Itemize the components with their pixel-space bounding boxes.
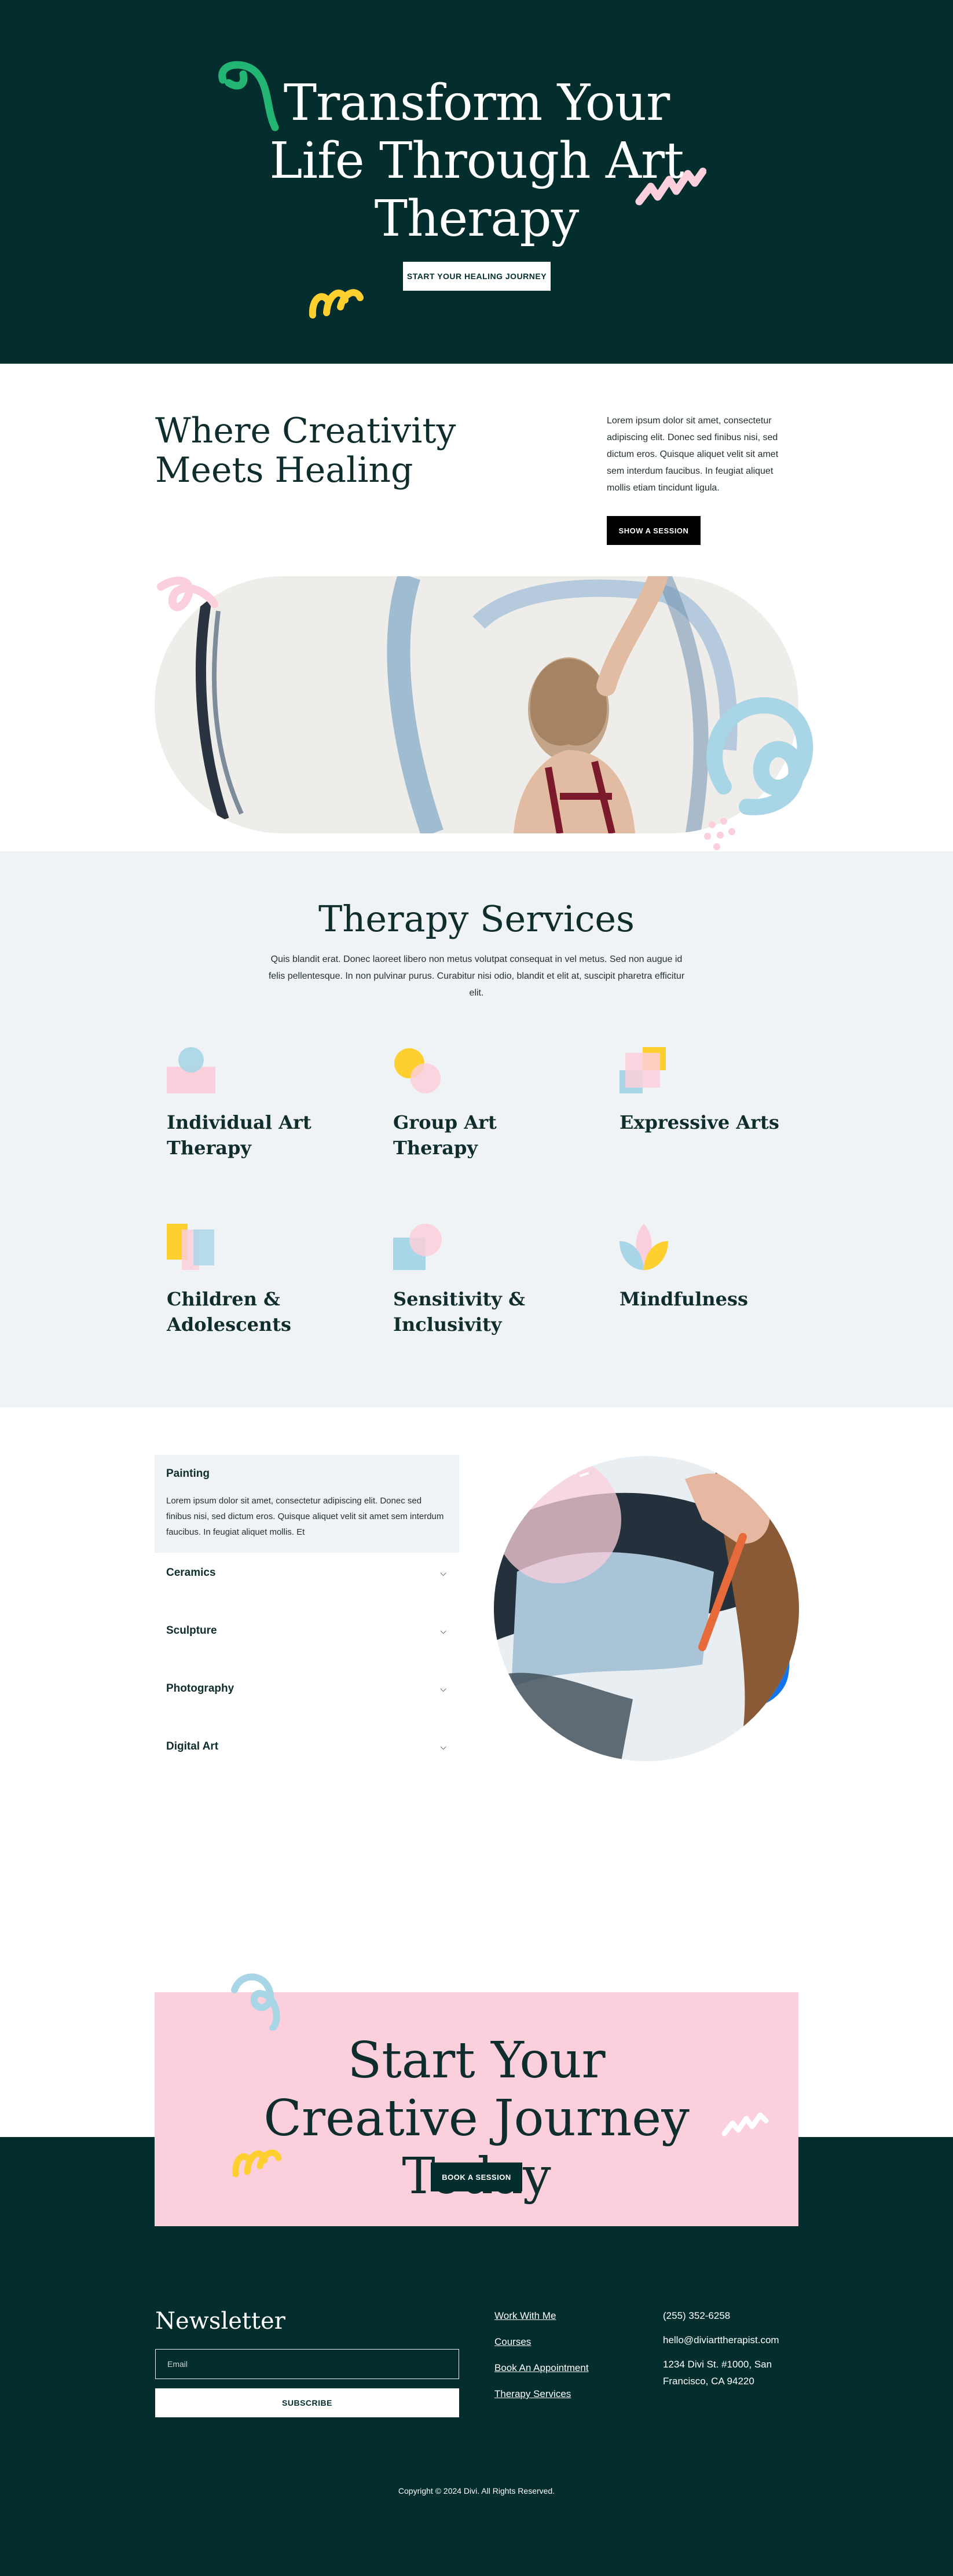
blue-swirl-small-icon bbox=[231, 1973, 280, 2030]
disciplines-section: Painting Lorem ipsum dolor sit amet, con… bbox=[0, 1407, 953, 1992]
services-title: Therapy Services bbox=[318, 898, 635, 940]
circle-square-icon bbox=[167, 1047, 215, 1093]
service-card[interactable]: Expressive Arts bbox=[620, 1047, 793, 1135]
overlapping-squares-icon bbox=[620, 1047, 666, 1093]
service-title: Mindfulness bbox=[620, 1288, 749, 1310]
hero-title: Transform Your Life Through Art Therapy bbox=[269, 74, 684, 248]
footer-link-work-with-me[interactable]: Work With Me bbox=[494, 2310, 589, 2322]
chevron-down-icon: ⌵ bbox=[440, 1741, 446, 1751]
footer-links: Work With Me Courses Book An Appointment… bbox=[494, 2310, 589, 2414]
service-title: Expressive Arts bbox=[620, 1111, 779, 1133]
hero-section: Transform Your Life Through Art Therapy … bbox=[0, 0, 953, 364]
accordion-title: Photography bbox=[166, 1682, 234, 1695]
pink-dots-icon bbox=[704, 818, 735, 850]
service-title: Children & Adolescents bbox=[167, 1288, 291, 1335]
footer-link-courses[interactable]: Courses bbox=[494, 2336, 589, 2348]
footer-link-book-appointment[interactable]: Book An Appointment bbox=[494, 2362, 589, 2374]
services-section: Therapy Services Quis blandit erat. Done… bbox=[0, 851, 953, 1407]
hand-painting-illustration bbox=[494, 1456, 799, 1761]
service-card[interactable]: Children & Adolescents bbox=[167, 1224, 340, 1337]
chevron-down-icon: ⌵ bbox=[440, 1568, 446, 1578]
yellow-squiggle-icon bbox=[309, 289, 364, 319]
services-description: Quis blandit erat. Donec laoreet libero … bbox=[268, 954, 685, 998]
accordion-body: Lorem ipsum dolor sit amet, consectetur … bbox=[166, 1496, 444, 1537]
chevron-down-icon: ⌵ bbox=[440, 1684, 446, 1693]
service-card[interactable]: Individual Art Therapy bbox=[167, 1047, 340, 1161]
email-address[interactable]: hello@diviarttherapist.com bbox=[663, 2332, 802, 2348]
newsletter-title: Newsletter bbox=[155, 2308, 285, 2334]
phone-number[interactable]: (255) 352-6258 bbox=[663, 2307, 802, 2324]
yellow-squiggle-small-icon bbox=[232, 2149, 282, 2178]
square-circle-icon bbox=[393, 1224, 442, 1270]
book-session-button[interactable]: BOOK A SESSION bbox=[431, 2162, 522, 2191]
intro-section: Where Creativity Meets Healing Lorem ips… bbox=[0, 364, 953, 851]
accordion-title: Painting bbox=[166, 1468, 210, 1480]
footer: Start Your Creative Journey Today BOOK A… bbox=[0, 1973, 953, 2576]
service-card[interactable]: Group Art Therapy bbox=[393, 1047, 567, 1161]
email-input[interactable] bbox=[155, 2349, 459, 2379]
accordion-sculpture[interactable]: Sculpture ⌵ bbox=[155, 1602, 459, 1660]
accordion-digital-art[interactable]: Digital Art ⌵ bbox=[155, 1718, 459, 1776]
service-title: Individual Art Therapy bbox=[167, 1111, 311, 1159]
white-zigzag-icon bbox=[721, 2112, 769, 2136]
accordion-photography[interactable]: Photography ⌵ bbox=[155, 1660, 459, 1718]
intro-title: Where Creativity Meets Healing bbox=[155, 411, 456, 491]
show-session-button[interactable]: SHOW A SESSION bbox=[607, 516, 701, 545]
address: 1234 Divi St. #1000, San Francisco, CA 9… bbox=[663, 2359, 772, 2387]
intro-text: Lorem ipsum dolor sit amet, consectetur … bbox=[607, 416, 779, 493]
service-card[interactable]: Sensitivity & Inclusivity bbox=[393, 1224, 567, 1337]
lotus-icon bbox=[620, 1224, 668, 1270]
accordion-title: Sculpture bbox=[166, 1624, 217, 1637]
start-journey-button[interactable]: START YOUR HEALING JOURNEY bbox=[403, 262, 551, 291]
copyright: Copyright © 2024 Divi. All Rights Reserv… bbox=[398, 2486, 555, 2496]
pink-swirl-icon bbox=[157, 576, 218, 612]
accordion-ceramics[interactable]: Ceramics ⌵ bbox=[155, 1544, 459, 1602]
two-circles-icon bbox=[394, 1048, 441, 1093]
service-title: Group Art Therapy bbox=[393, 1111, 497, 1159]
contact-info: (255) 352-6258 hello@diviarttherapist.co… bbox=[663, 2307, 802, 2397]
chevron-down-icon: ⌵ bbox=[440, 1626, 446, 1635]
painting-photo bbox=[494, 1456, 799, 1761]
bars-icon bbox=[167, 1224, 214, 1270]
service-title: Sensitivity & Inclusivity bbox=[393, 1288, 525, 1335]
service-card[interactable]: Mindfulness bbox=[620, 1224, 793, 1312]
accordion-title: Digital Art bbox=[166, 1740, 219, 1752]
accordion-painting[interactable]: Painting Lorem ipsum dolor sit amet, con… bbox=[155, 1455, 459, 1553]
cta-banner: Start Your Creative Journey Today BOOK A… bbox=[155, 1973, 798, 2226]
blue-swirl-icon bbox=[706, 697, 813, 815]
subscribe-button[interactable]: SUBSCRIBE bbox=[155, 2388, 459, 2417]
footer-link-therapy-services[interactable]: Therapy Services bbox=[494, 2388, 589, 2400]
accordion-title: Ceramics bbox=[166, 1567, 216, 1579]
